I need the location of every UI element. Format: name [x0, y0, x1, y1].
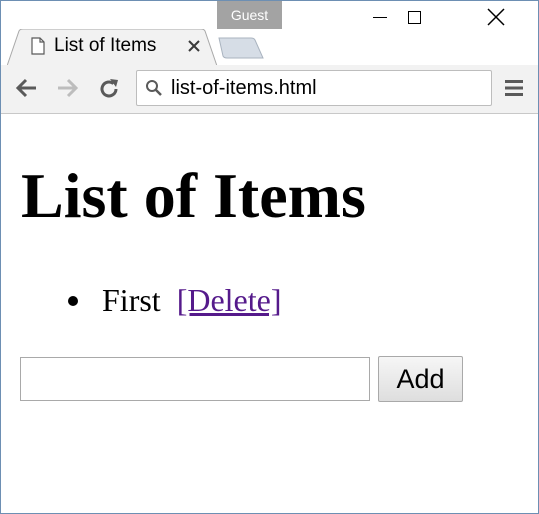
address-bar[interactable]: list-of-items.html	[136, 70, 492, 106]
item-text: First	[102, 282, 161, 318]
tab-list-of-items[interactable]: List of Items	[7, 29, 219, 66]
new-item-input[interactable]	[20, 357, 370, 401]
browser-toolbar: list-of-items.html	[1, 65, 538, 114]
search-icon	[146, 80, 162, 96]
file-icon	[31, 37, 45, 55]
close-icon	[487, 8, 505, 26]
page-content: List of Items First [Delete] Add	[1, 114, 538, 513]
page-title: List of Items	[21, 160, 366, 231]
reload-icon[interactable]	[97, 77, 121, 101]
guest-profile-badge[interactable]: Guest	[217, 1, 282, 29]
maximize-button[interactable]	[391, 1, 437, 33]
list-item: First [Delete]	[68, 280, 282, 320]
add-button[interactable]: Add	[378, 356, 463, 402]
minimize-icon	[373, 16, 387, 18]
title-bar: Guest List of Items	[1, 1, 538, 66]
menu-icon[interactable]	[504, 79, 524, 97]
new-tab-button[interactable]	[215, 37, 265, 59]
delete-link[interactable]: [Delete]	[177, 282, 282, 318]
back-arrow-icon[interactable]	[15, 77, 39, 99]
forward-arrow-icon[interactable]	[55, 77, 79, 99]
tab-title: List of Items	[54, 35, 157, 56]
tab-close-icon[interactable]	[187, 39, 201, 53]
maximize-icon	[407, 10, 421, 24]
browser-window: Guest List of Items list-of-items.html L…	[0, 0, 539, 514]
bullet-icon	[68, 295, 78, 306]
close-window-button[interactable]	[473, 1, 519, 33]
url-text: list-of-items.html	[171, 77, 317, 99]
